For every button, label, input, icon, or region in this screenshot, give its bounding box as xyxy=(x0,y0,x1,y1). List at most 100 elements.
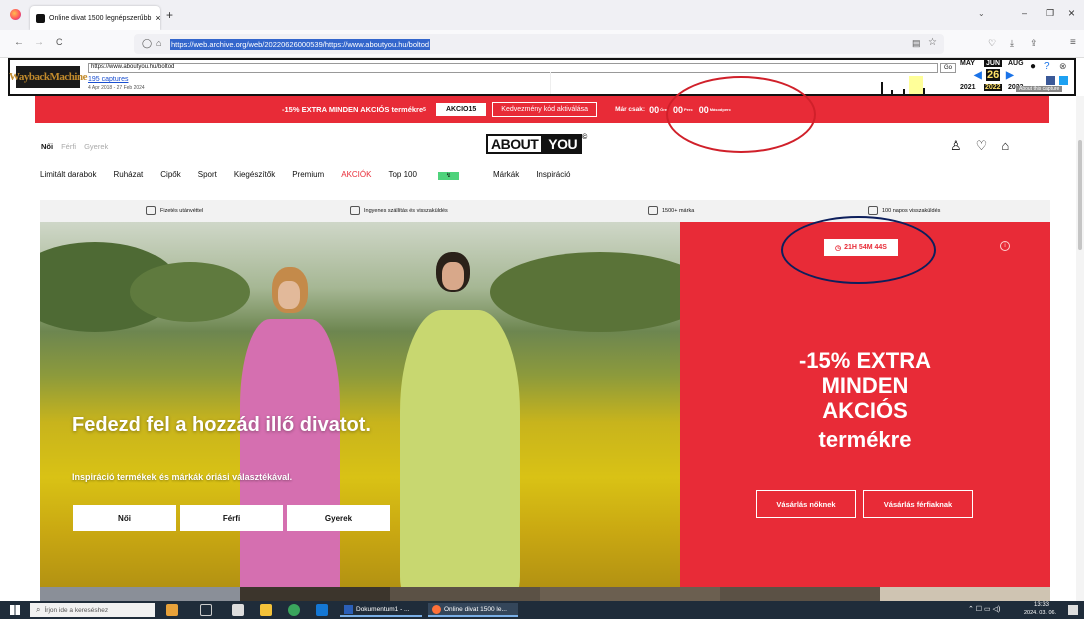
about-capture-button[interactable]: About this capture xyxy=(1016,86,1063,92)
gender-kids-link[interactable]: Gyerek xyxy=(84,142,108,151)
tab-list-chevron-down-icon[interactable]: ⌄ xyxy=(978,9,985,18)
reader-view-icon[interactable]: ▤ xyxy=(912,38,921,49)
capture-date-range: 4 Apr 2018 - 27 Feb 2024 xyxy=(88,85,145,91)
window-maximize-button[interactable]: ❐ xyxy=(1046,8,1054,19)
shop-men-button[interactable]: Férfi xyxy=(180,505,283,531)
new-tab-button[interactable]: + xyxy=(166,8,173,22)
firefox-icon[interactable] xyxy=(10,9,21,20)
account-icon[interactable]: ♙ xyxy=(950,138,962,154)
wayback-toolbar: WaybackMachine https://www.aboutyou.hu/b… xyxy=(8,58,1076,96)
share-icon[interactable]: ⇪ xyxy=(1030,38,1038,49)
activate-code-button[interactable]: Kedvezmény kód aktiválása xyxy=(492,102,598,117)
window-minimize-button[interactable]: – xyxy=(1022,8,1027,18)
nav-item-inspiration[interactable]: Inspiráció xyxy=(536,170,570,179)
scrollbar-thumb[interactable] xyxy=(1078,140,1082,250)
sale-line-4: termékre xyxy=(818,427,912,452)
hero-title: Fedezd fel a hozzád illő divatot. xyxy=(72,414,371,436)
next-capture-arrow-icon[interactable]: ▶ xyxy=(1006,70,1014,81)
task-view-icon[interactable] xyxy=(200,604,212,616)
firefox-taskbar-icon xyxy=(432,604,441,614)
search-icon: ⌕ xyxy=(36,605,41,614)
wishlist-heart-icon[interactable]: ♡ xyxy=(976,138,988,154)
system-tray-icons[interactable]: ⌃ ☐ ▭ ◁) xyxy=(968,605,1000,613)
gender-women-link[interactable]: Női xyxy=(41,142,53,151)
countdown-hours: 00 xyxy=(649,104,660,115)
notifications-icon[interactable] xyxy=(1068,605,1078,615)
navy-annotation-ellipse xyxy=(781,216,936,284)
month-prev-label[interactable]: MAY xyxy=(960,60,975,67)
clock-time[interactable]: 13:33 xyxy=(1034,602,1049,608)
shield-icon[interactable]: ◯ xyxy=(142,38,152,49)
twitter-icon[interactable] xyxy=(1059,76,1068,85)
nav-item-premium[interactable]: Premium xyxy=(292,170,324,179)
header-icons: ♙ ♡ ⌂ xyxy=(950,138,1009,154)
promo-banner: -15% EXTRA MINDEN AKCIÓS termékre 5 AKCI… xyxy=(35,96,1049,123)
usp-text: 1500+ márka xyxy=(662,207,695,214)
logo-about: ABOUT xyxy=(486,134,544,154)
close-toolbar-icon[interactable]: ⊗ xyxy=(1059,61,1067,72)
taskbar-search-input[interactable]: ⌕ Írjon ide a kereséshez xyxy=(30,603,155,617)
nav-item-sport[interactable]: Sport xyxy=(198,170,217,179)
facebook-icon[interactable] xyxy=(1046,76,1055,85)
help-icon[interactable]: ? xyxy=(1044,61,1050,72)
nav-item-shoes[interactable]: Cipők xyxy=(160,170,180,179)
nav-item-top100-label: Top 100 xyxy=(388,170,417,179)
return-box-icon xyxy=(350,206,360,215)
month-next-label[interactable]: AUG xyxy=(1008,60,1024,67)
nav-item-accessories[interactable]: Kiegészítők xyxy=(234,170,275,179)
edge-icon[interactable] xyxy=(288,604,300,616)
shop-kids-button[interactable]: Gyerek xyxy=(287,505,390,531)
browser-tab[interactable]: Online divat 1500 legnépszerűbb × xyxy=(30,6,160,30)
pocket-icon[interactable]: ♡ xyxy=(988,38,996,49)
user-icon[interactable]: ● xyxy=(1030,61,1036,72)
bookmark-star-icon[interactable]: ☆ xyxy=(928,37,937,48)
cart-bag-icon[interactable]: ⌂ xyxy=(1001,138,1009,154)
cortana-icon[interactable] xyxy=(166,604,178,616)
nav-item-brands[interactable]: Márkák xyxy=(493,170,519,179)
mail-icon[interactable] xyxy=(232,604,244,616)
sale-line-2: MINDEN xyxy=(821,373,909,398)
taskbar-firefox-app[interactable]: Online divat 1500 le... xyxy=(428,603,518,617)
outlook-icon[interactable] xyxy=(316,604,328,616)
aboutyou-logo[interactable]: ABOUT YOU © xyxy=(486,134,587,154)
windows-taskbar: ⌕ Írjon ide a kereséshez Dokumentum1 - .… xyxy=(0,601,1084,619)
forward-button[interactable]: → xyxy=(34,37,44,48)
windows-start-icon[interactable] xyxy=(10,605,20,615)
taskbar-word-app[interactable]: Dokumentum1 - ... xyxy=(340,603,422,617)
clock-date[interactable]: 2024. 03. 06. xyxy=(1024,610,1056,616)
word-icon xyxy=(344,604,353,614)
url-text: https://web.archive.org/web/202206260005… xyxy=(170,38,431,50)
reload-button[interactable]: C xyxy=(56,37,63,47)
nav-item-limited[interactable]: Limitált darabok xyxy=(40,170,96,179)
hero-banner[interactable]: Fedezd fel a hozzád illő divatot. Inspir… xyxy=(40,222,680,587)
usp-item: Fizetés utánvéttel xyxy=(146,206,203,215)
gender-men-link[interactable]: Férfi xyxy=(61,142,76,151)
menu-icon[interactable]: ≡ xyxy=(1070,37,1076,48)
tab-close-icon[interactable]: × xyxy=(155,13,160,23)
capture-day: 26 xyxy=(986,69,1001,81)
captures-link[interactable]: 195 captures xyxy=(88,76,128,83)
nav-item-sale[interactable]: AKCIÓK xyxy=(341,170,371,179)
top100-badge: ↯ xyxy=(437,172,459,180)
promo-footnote: 5 xyxy=(423,106,426,113)
lock-icon[interactable]: ⌂ xyxy=(156,38,161,48)
nav-item-top100[interactable]: Top 100 ↯ xyxy=(388,170,476,180)
shop-men-sale-button[interactable]: Vásárlás férfiaknak xyxy=(863,490,973,518)
shop-women-sale-button[interactable]: Vásárlás nőknek xyxy=(756,490,856,518)
downloads-icon[interactable]: ⤓ xyxy=(1010,38,1014,49)
wayback-logo[interactable]: WaybackMachine xyxy=(9,66,87,88)
tab-title: Online divat 1500 legnépszerűbb xyxy=(49,14,152,22)
year-prev-label[interactable]: 2021 xyxy=(960,84,976,91)
shop-women-button[interactable]: Női xyxy=(73,505,176,531)
nav-item-clothing[interactable]: Ruházat xyxy=(113,170,143,179)
window-close-button[interactable]: × xyxy=(1068,6,1075,20)
sale-headline: -15% EXTRA MINDEN AKCIÓS termékre xyxy=(750,348,980,452)
address-bar[interactable]: ◯ ⌂ https://web.archive.org/web/20220626… xyxy=(134,34,944,54)
back-button[interactable]: ← xyxy=(14,37,24,48)
promo-code-badge[interactable]: AKCIO15 xyxy=(435,103,487,116)
prev-capture-arrow-icon[interactable]: ◀ xyxy=(974,70,982,81)
file-explorer-icon[interactable] xyxy=(260,604,272,616)
year-current-label: 2022 xyxy=(984,84,1002,91)
info-icon[interactable]: i xyxy=(1000,241,1010,251)
sale-line-1: -15% EXTRA xyxy=(798,348,932,373)
